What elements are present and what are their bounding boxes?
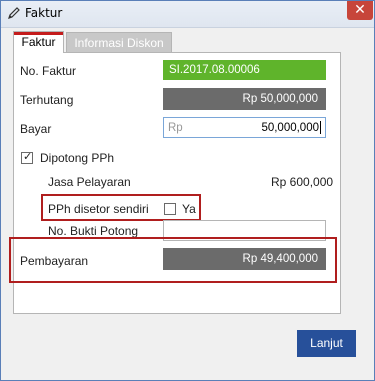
pencil-icon (8, 7, 20, 19)
active-tab-indicator (14, 32, 63, 35)
text-caret (320, 121, 321, 134)
tab-faktur-label: Faktur (21, 35, 56, 49)
pph-disetor-label: PPh disetor sendiri (48, 202, 149, 216)
bayar-label: Bayar (20, 122, 52, 136)
terhutang-label: Terhutang (20, 93, 74, 107)
dipotong-pph-label: Dipotong PPh (40, 151, 115, 165)
bayar-placeholder: Rp (168, 122, 183, 134)
no-faktur-label: No. Faktur (20, 64, 77, 78)
bayar-input[interactable]: Rp 50,000,000 (163, 117, 326, 138)
bayar-value: 50,000,000 (261, 122, 319, 134)
dipotong-pph-checkbox[interactable]: ✓ (21, 150, 33, 164)
close-button[interactable]: ✕ (347, 1, 373, 20)
no-faktur-field: SI.2017.08.00006 (163, 60, 326, 80)
checkmark-icon: ✓ (23, 150, 33, 163)
tab-informasi-diskon-label: Informasi Diskon (74, 36, 164, 50)
title-bar[interactable]: Faktur ✕ (1, 1, 374, 28)
tab-faktur[interactable]: Faktur (13, 31, 64, 53)
jasa-pelayaran-value: Rp 600,000 (271, 175, 334, 189)
lanjut-button[interactable]: Lanjut (297, 330, 356, 357)
faktur-dialog: Faktur ✕ Faktur Informasi Diskon No. Fak… (0, 0, 375, 381)
close-icon: ✕ (354, 2, 366, 18)
window-title: Faktur (25, 6, 63, 20)
pph-disetor-ya-label: Ya (182, 202, 196, 216)
no-bukti-potong-label: No. Bukti Potong (48, 224, 139, 238)
pembayaran-field: Rp 49,400,000 (163, 248, 326, 270)
pph-disetor-checkbox[interactable] (164, 203, 176, 215)
tab-informasi-diskon[interactable]: Informasi Diskon (66, 32, 172, 53)
pembayaran-label: Pembayaran (20, 254, 89, 268)
jasa-pelayaran-label: Jasa Pelayaran (48, 175, 131, 189)
terhutang-field: Rp 50,000,000 (163, 88, 326, 110)
